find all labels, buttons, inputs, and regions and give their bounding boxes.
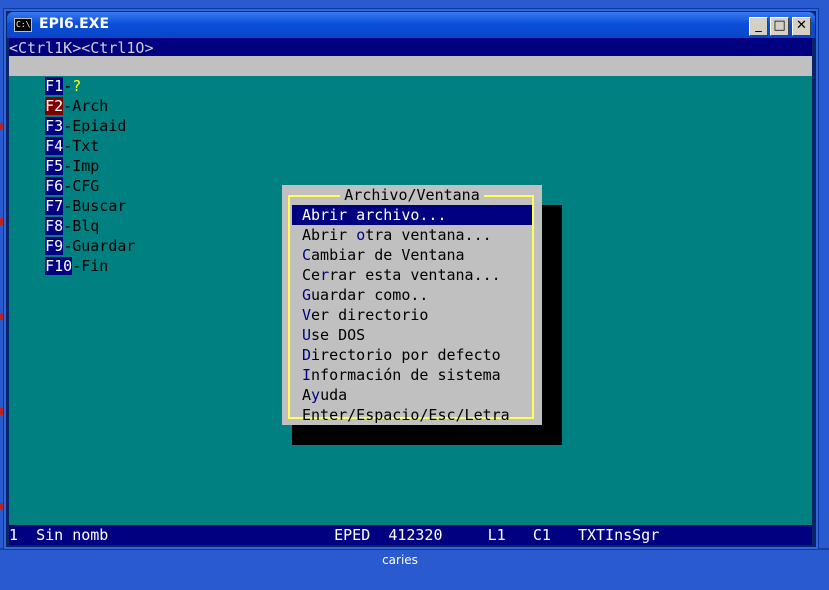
status-bar: 1 Sin nomb EPED 412320 L1 C1 TXTInsSgr [9, 525, 812, 545]
menu-item-informacion-de-sistema[interactable]: Información de sistema [292, 365, 532, 385]
menu-f10[interactable]: F10-Fin [45, 257, 108, 275]
status-flags: TXTInsSgr [577, 526, 660, 544]
menu-item-ver-directorio[interactable]: Ver directorio [292, 305, 532, 325]
menu-f6[interactable]: F6-CFG [45, 177, 99, 195]
menu-item-cambiar-de-ventana[interactable]: Cambiar de Ventana [292, 245, 532, 265]
window-title: EPI6.EXE [39, 16, 110, 32]
status-window-number: 1 [9, 526, 19, 544]
ctrl-key-line: <Ctrl1K><Ctrl1O> [9, 38, 812, 58]
menu-item-abrir-archivo[interactable]: Abrir archivo... [292, 205, 532, 225]
menu-f7[interactable]: F7-Buscar [45, 197, 126, 215]
dialog-help-line: Enter/Espacio/Esc/Letra [302, 406, 510, 424]
status-file-name: Sin nomb [36, 526, 109, 544]
menu-item-guardar-como[interactable]: Guardar como.. [292, 285, 532, 305]
menu-item-abrir-otra-ventana[interactable]: Abrir otra ventana... [292, 225, 532, 245]
menu-f5[interactable]: F5-Imp [45, 157, 99, 175]
status-column: C1 [532, 526, 551, 544]
menu-f1[interactable]: F1-? [45, 77, 81, 95]
minimize-button[interactable]: _ [749, 17, 768, 36]
function-key-bar: F1-? F2-Arch F3-Epiaid F4-Txt F5-Imp F6-… [9, 56, 812, 275]
close-button[interactable]: ✕ [792, 17, 811, 36]
menu-item-ayuda[interactable]: Ayuda [292, 385, 532, 405]
status-line-number: L1 [487, 526, 506, 544]
status-memory: 412320 [388, 526, 443, 544]
desktop-icon-caption[interactable]: caries [350, 553, 450, 567]
dialog-title: Archivo/Ventana [282, 185, 542, 205]
archivo-ventana-dialog: Archivo/Ventana Abrir archivo... Abrir o… [282, 185, 542, 425]
title-bar[interactable]: C:\ EPI6.EXE _ □ ✕ [7, 12, 815, 38]
menu-f8[interactable]: F8-Blq [45, 217, 99, 235]
status-mode: EPED [334, 526, 371, 544]
console-icon[interactable]: C:\ [14, 18, 32, 32]
menu-f9[interactable]: F9-Guardar [45, 237, 135, 255]
menu-f2[interactable]: F2-Arch [45, 97, 108, 115]
maximize-button[interactable]: □ [770, 17, 789, 36]
menu-item-use-dos[interactable]: Use DOS [292, 325, 532, 345]
console-area[interactable]: <Ctrl1K><Ctrl1O> F1-? F2-Arch F3-Epiaid … [9, 38, 812, 545]
menu-item-cerrar-esta-ventana[interactable]: Cerrar esta ventana... [292, 265, 532, 285]
menu-item-directorio-por-defecto[interactable]: Directorio por defecto [292, 345, 532, 365]
menu-f4[interactable]: F4-Txt [45, 137, 99, 155]
menu-f3[interactable]: F3-Epiaid [45, 117, 126, 135]
